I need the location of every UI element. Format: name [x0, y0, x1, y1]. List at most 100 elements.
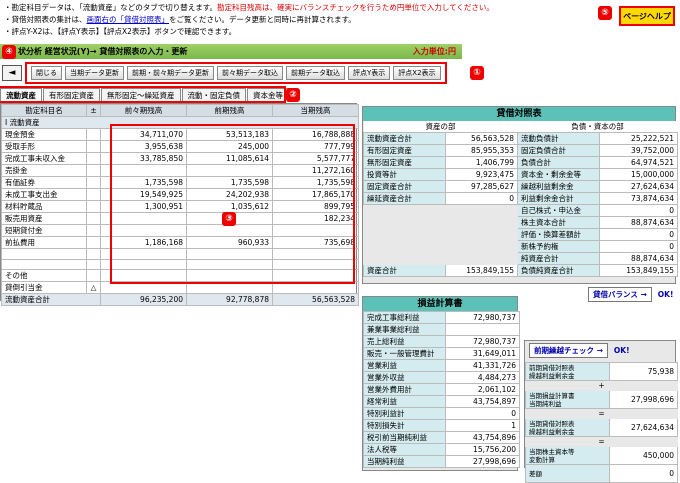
prior-value-input[interactable]: 24,202,938: [186, 188, 273, 201]
prior-value-input[interactable]: 1,735,598: [186, 176, 273, 189]
current-value-input[interactable]: [272, 269, 359, 283]
prior2-value-input[interactable]: [100, 212, 187, 225]
asset-label: 流動資産合計: [363, 132, 446, 145]
prior2-value-input[interactable]: 19,549,925: [100, 188, 187, 201]
carry-value: 27,998,696: [609, 390, 678, 409]
prior2-value-input[interactable]: [100, 258, 187, 271]
balance-sheet-link[interactable]: 画面右の「貸借対照表」: [87, 15, 170, 24]
prior-value-input[interactable]: 11,085,614: [186, 152, 273, 165]
current-value-input[interactable]: 11,272,160: [272, 164, 359, 177]
table-row: [1, 258, 359, 271]
operator: =: [525, 408, 678, 419]
current-value-input[interactable]: 5,577,777: [272, 152, 359, 165]
prior-value-input[interactable]: 960,933: [186, 236, 273, 249]
current-value-input[interactable]: 735,698: [272, 236, 359, 249]
liability-value: 27,624,634: [599, 180, 678, 193]
liability-label: 評価・換算差額計: [517, 228, 600, 241]
import-prior-button[interactable]: 前期データ取込: [286, 66, 345, 80]
income-statement-panel: 損益計算書 完成工事総利益 72,980,737 兼業事業総利益 売上総利益 72,98…: [362, 296, 520, 471]
note-1-warning: 勘定科目残高は、確実にバランスチェックを行うため円単位で入力してください。: [217, 3, 494, 12]
current-value-input[interactable]: [272, 258, 359, 271]
prior-value-input[interactable]: [186, 224, 273, 237]
pl-value: 4,484,273: [445, 371, 520, 384]
current-value-input[interactable]: 182,234: [272, 212, 359, 225]
current-value-input[interactable]: [272, 281, 359, 295]
current-value-input[interactable]: 777,799: [272, 140, 359, 153]
category-row: Ⅰ 流動資産: [1, 116, 359, 129]
carry-label: 当期株主資本等 変動計算: [525, 446, 610, 465]
callout-badge-3: ③: [222, 212, 236, 226]
show-score-x2-button[interactable]: 評点X2表示: [393, 66, 441, 80]
carryover-table: 前期貸借対照表 繰越利益剰余金 75,938 + 当期損益計算書 当期純利益 27,99…: [525, 362, 678, 483]
prior-value-input[interactable]: 245,000: [186, 140, 273, 153]
pl-value: 1: [445, 419, 520, 432]
asset-value: 9,923,475: [445, 168, 518, 181]
update-prior-button[interactable]: 前期・前々期データ更新: [127, 66, 214, 80]
callout-badge-2: ②: [286, 88, 300, 102]
prior2-value-input[interactable]: [100, 164, 187, 177]
balance-check-label[interactable]: 貸借バランス →: [588, 287, 652, 302]
prior2-value-input[interactable]: 3,955,638: [100, 140, 187, 153]
prior-value-input[interactable]: [186, 269, 273, 283]
prior2-value-input[interactable]: [100, 248, 187, 260]
import-prior2-button[interactable]: 前々期データ取込: [217, 66, 283, 80]
table-row: その他: [1, 269, 359, 283]
sign-cell: [86, 248, 101, 260]
page-title: 状分析 経営状況(Y)→ 貸借対照表の入力・更新: [18, 47, 188, 56]
total-row: 流動資産合計 96,235,200 92,778,878 56,563,528: [1, 293, 359, 307]
prior-value-input[interactable]: [186, 281, 273, 295]
prior-value-input[interactable]: [186, 164, 273, 177]
table-row: 固定資産合計 97,285,627 繰越利益剰余金 27,624,634: [363, 180, 678, 193]
prior2-value-input[interactable]: 33,785,850: [100, 152, 187, 165]
toolbar-buttons: 閉じる 当期データ更新 前期・前々期データ更新 前々期データ取込 前期データ取込…: [25, 62, 447, 84]
current-value-input[interactable]: [272, 248, 359, 260]
current-value-input[interactable]: [272, 224, 359, 237]
current-value-input[interactable]: 899,795: [272, 200, 359, 213]
sign-cell: [86, 258, 101, 271]
carryover-check-label[interactable]: 前期繰越チェック →: [529, 343, 608, 358]
operator: =: [525, 436, 678, 447]
prior2-value-input[interactable]: [100, 269, 187, 283]
sign-cell: [86, 236, 101, 249]
prior2-value-input[interactable]: 34,711,070: [100, 128, 187, 141]
callout-badge-4: ④: [2, 45, 16, 59]
asset-label: 無形固定資産: [363, 156, 446, 169]
back-arrow-icon[interactable]: ◄: [2, 65, 22, 81]
current-value-input[interactable]: 17,865,170: [272, 188, 359, 201]
prior-value-input[interactable]: 1,035,612: [186, 200, 273, 213]
current-value-input[interactable]: 1,735,598: [272, 176, 359, 189]
tab-highlight: [0, 86, 286, 103]
show-score-y-button[interactable]: 評点Y表示: [348, 66, 391, 80]
table-row: 流動資産合計 56,563,528 流動負債計 25,222,521: [363, 132, 678, 145]
table-row: 株主資本合計 88,874,634: [363, 216, 678, 229]
pl-value: 43,754,896: [445, 431, 520, 444]
account-name: 未成工事支出金: [1, 188, 87, 201]
liability-value: 39,752,000: [599, 144, 678, 157]
header-prior: 前期残高: [186, 104, 273, 117]
table-row: 短期貸付金: [1, 224, 359, 237]
prior-value-input[interactable]: 53,513,183: [186, 128, 273, 141]
table-row: 差額 0: [525, 464, 678, 483]
prior2-value-input[interactable]: 1,735,598: [100, 176, 187, 189]
table-row: +: [525, 380, 678, 391]
prior-value-input[interactable]: [186, 248, 273, 260]
table-row: 前期貸借対照表 繰越利益剰余金 75,938: [525, 362, 678, 381]
asset-label: 固定資産合計: [363, 180, 446, 193]
pl-value: 72,980,737: [445, 335, 520, 348]
update-current-button[interactable]: 当期データ更新: [65, 66, 124, 80]
prior2-value-input[interactable]: [100, 224, 187, 237]
prior2-value-input[interactable]: 1,186,168: [100, 236, 187, 249]
prior-value-input[interactable]: [186, 258, 273, 271]
account-table: 勘定科目名 ± 前々期残高 前期残高 当期残高 Ⅰ 流動資産 現金預金 34,71…: [1, 104, 359, 307]
close-button[interactable]: 閉じる: [31, 66, 62, 80]
toolbar: ◄ 閉じる 当期データ更新 前期・前々期データ更新 前々期データ取込 前期データ…: [0, 62, 469, 84]
table-row: 現金預金 34,711,070 53,513,183 16,788,888: [1, 128, 359, 141]
sign-cell: [86, 212, 101, 225]
balance-check-result: OK!: [657, 290, 674, 299]
prior2-value-input[interactable]: 1,300,951: [100, 200, 187, 213]
current-value-input[interactable]: 16,788,888: [272, 128, 359, 141]
page-help-button[interactable]: ページヘルプ: [619, 6, 675, 26]
note-1: ・勘定科目データは、「流動資産」などのタブで切り替えます。: [4, 3, 217, 12]
table-row: 税引前当期純利益 43,754,896: [363, 431, 520, 444]
prior2-value-input[interactable]: [100, 281, 187, 295]
